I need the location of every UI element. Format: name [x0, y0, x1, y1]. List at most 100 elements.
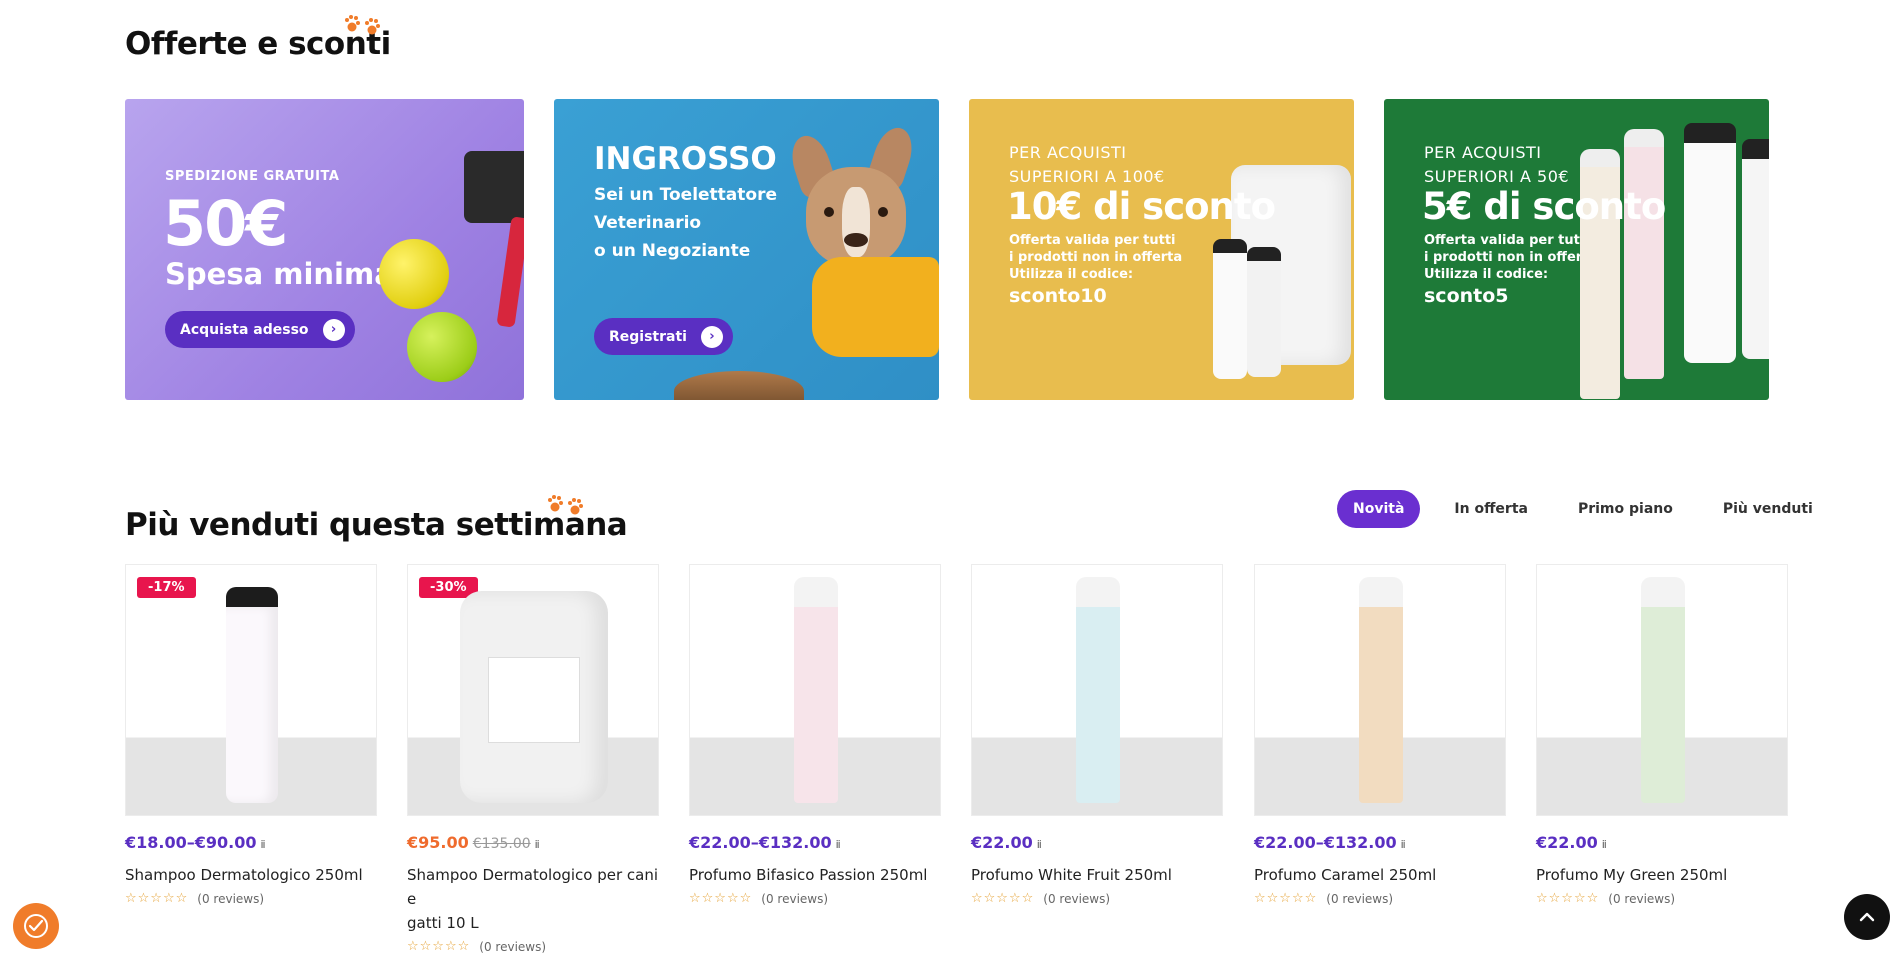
spray-bottle-image — [1624, 129, 1664, 379]
product-name[interactable]: Profumo White Fruit 250ml — [971, 863, 1223, 887]
bottle-image — [1213, 239, 1247, 379]
dog-image — [785, 122, 939, 400]
banner-subtitle: Spesa minima — [165, 257, 394, 291]
star-rating-icon: ☆☆☆☆☆ — [1536, 891, 1600, 906]
product-price: €22.00–€132.00 ⅱ — [1254, 833, 1406, 852]
back-to-top-button[interactable] — [1844, 894, 1890, 940]
star-rating-icon: ☆☆☆☆☆ — [125, 891, 189, 906]
product-tabs: Novità In offerta Primo piano Più vendut… — [1337, 490, 1829, 528]
product-name[interactable]: Shampoo Dermatologico per cani e gatti 10… — [407, 863, 659, 935]
paw-icon — [345, 15, 380, 35]
product-rating: ☆☆☆☆☆ (0 reviews) — [1254, 891, 1506, 906]
canister-label-image — [488, 657, 580, 743]
paw-icon — [548, 495, 583, 515]
brush-image — [464, 151, 524, 223]
banner-discount-10[interactable]: PER ACQUISTI SUPERIORI A 100€ 10€ di sco… — [969, 99, 1354, 400]
tab-piu-venduti[interactable]: Più venduti — [1707, 490, 1829, 528]
info-icon: ⅱ — [1601, 838, 1607, 851]
shop-now-button[interactable]: Acquista adesso › — [165, 311, 355, 348]
spray-bottle-image — [1641, 577, 1685, 803]
banner-line: i prodotti non in offerta — [1009, 250, 1183, 265]
product-name[interactable]: Shampoo Dermatologico 250ml — [125, 863, 377, 887]
bowl-image — [674, 371, 804, 400]
old-price: €135.00 — [472, 836, 531, 852]
product-name[interactable]: Profumo My Green 250ml — [1536, 863, 1788, 887]
tab-primo-piano[interactable]: Primo piano — [1562, 490, 1689, 528]
review-count: (0 reviews) — [761, 891, 829, 906]
banner-kicker: SUPERIORI A 100€ — [1009, 167, 1165, 186]
cookie-consent-button[interactable] — [13, 903, 59, 949]
banner-code: sconto10 — [1009, 285, 1107, 307]
tab-in-offerta[interactable]: In offerta — [1438, 490, 1544, 528]
product-image[interactable]: -30% — [407, 564, 659, 816]
spray-bottle-image — [794, 577, 838, 803]
shop-now-label: Acquista adesso — [180, 321, 309, 338]
cookie-check-icon — [24, 914, 48, 938]
product-image[interactable] — [689, 564, 941, 816]
product-image[interactable] — [1536, 564, 1788, 816]
product-rating: ☆☆☆☆☆ (0 reviews) — [407, 939, 659, 954]
star-rating-icon: ☆☆☆☆☆ — [1254, 891, 1318, 906]
banner-title: INGROSSO — [594, 141, 777, 177]
product-name[interactable]: Profumo Caramel 250ml — [1254, 863, 1506, 887]
banner-free-shipping[interactable]: SPEDIZIONE GRATUITA 50€ Spesa minima Acq… — [125, 99, 524, 400]
banner-line: Sei un Toelettatore — [594, 185, 777, 205]
banner-kicker: PER ACQUISTI — [1009, 143, 1127, 162]
info-icon: ⅱ — [534, 838, 540, 851]
bottle-image — [1247, 247, 1281, 377]
banner-line: Offerta valida per tutti — [1009, 233, 1176, 248]
banner-line: Offerta valida per tutti — [1424, 233, 1591, 248]
info-icon: ⅱ — [260, 838, 266, 851]
product-card[interactable]: €22.00–€132.00 ⅱ Profumo Bifasico Passion… — [689, 564, 941, 906]
review-count: (0 reviews) — [1608, 891, 1676, 906]
register-button[interactable]: Registrati › — [594, 318, 733, 355]
info-icon: ⅱ — [835, 838, 841, 851]
banner-line: Utilizza il codice: — [1424, 267, 1549, 282]
product-card[interactable]: -17% €18.00–€90.00 ⅱ Shampoo Dermatologic… — [125, 564, 377, 906]
review-count: (0 reviews) — [1326, 891, 1394, 906]
star-rating-icon: ☆☆☆☆☆ — [689, 891, 753, 906]
banner-kicker: SUPERIORI A 50€ — [1424, 167, 1570, 186]
yellow-ball-image — [379, 239, 449, 309]
review-count: (0 reviews) — [197, 891, 265, 906]
chevron-right-icon: › — [700, 325, 723, 348]
brush-handle — [496, 216, 524, 328]
chevron-up-icon — [1859, 912, 1875, 922]
product-card[interactable]: €22.00 ⅱ Profumo White Fruit 250ml ☆☆☆☆☆ (… — [971, 564, 1223, 906]
info-icon: ⅱ — [1036, 838, 1042, 851]
banner-amount: 5€ di sconto — [1422, 185, 1666, 228]
banner-kicker: PER ACQUISTI — [1424, 143, 1542, 162]
banner-wholesale[interactable]: INGROSSO Sei un Toelettatore Veterinario… — [554, 99, 939, 400]
product-rating: ☆☆☆☆☆ (0 reviews) — [971, 891, 1223, 906]
product-rating: ☆☆☆☆☆ (0 reviews) — [1536, 891, 1788, 906]
shampoo-bottle-image — [226, 587, 278, 803]
review-count: (0 reviews) — [1043, 891, 1111, 906]
bottle-image — [1742, 139, 1769, 359]
banner-line: Veterinario — [594, 213, 702, 233]
product-rating: ☆☆☆☆☆ (0 reviews) — [689, 891, 941, 906]
tab-novita[interactable]: Novità — [1337, 490, 1421, 528]
bottle-image — [1684, 123, 1736, 363]
green-ball-image — [407, 312, 477, 382]
product-name[interactable]: Profumo Bifasico Passion 250ml — [689, 863, 941, 887]
info-icon: ⅱ — [1400, 838, 1406, 851]
product-image[interactable] — [971, 564, 1223, 816]
chevron-right-icon: › — [322, 318, 345, 341]
product-card[interactable]: -30% €95.00 €135.00 ⅱ Shampoo Dermatologic… — [407, 564, 659, 954]
product-card[interactable]: €22.00 ⅱ Profumo My Green 250ml ☆☆☆☆☆ (0 r… — [1536, 564, 1788, 906]
banner-line: i prodotti non in offerta — [1424, 250, 1598, 265]
banner-discount-5[interactable]: PER ACQUISTI SUPERIORI A 50€ 5€ di scont… — [1384, 99, 1769, 400]
product-image[interactable]: -17% — [125, 564, 377, 816]
product-price: €18.00–€90.00 ⅱ — [125, 833, 266, 852]
product-image[interactable] — [1254, 564, 1506, 816]
product-price: €22.00–€132.00 ⅱ — [689, 833, 841, 852]
product-price: €22.00 ⅱ — [1536, 833, 1607, 852]
banner-line: o un Negoziante — [594, 241, 751, 261]
banner-code: sconto5 — [1424, 285, 1509, 307]
banner-line: Utilizza il codice: — [1009, 267, 1134, 282]
star-rating-icon: ☆☆☆☆☆ — [407, 939, 471, 954]
spray-bottle-image — [1359, 577, 1403, 803]
product-card[interactable]: €22.00–€132.00 ⅱ Profumo Caramel 250ml ☆☆… — [1254, 564, 1506, 906]
review-count: (0 reviews) — [479, 939, 547, 954]
spray-bottle-image — [1076, 577, 1120, 803]
